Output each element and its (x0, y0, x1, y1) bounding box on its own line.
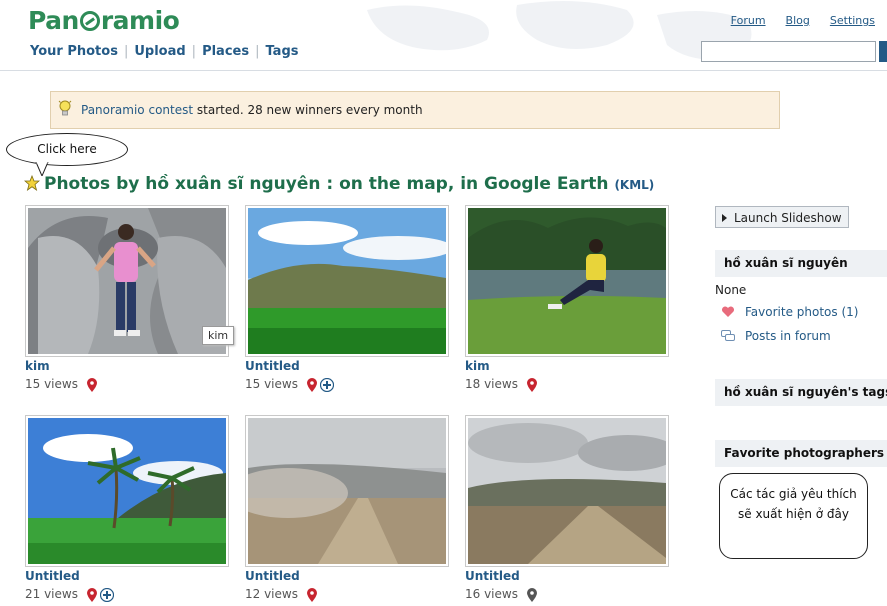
search-button[interactable] (879, 41, 887, 62)
photo-title-link[interactable]: kim (465, 359, 490, 373)
photo-tooltip: kim (202, 326, 235, 345)
photo-title-link[interactable]: kim (25, 359, 50, 373)
user-status-text: None (715, 283, 747, 297)
header: Pan ramio Your Photos | Upload | Places | Tags … (0, 0, 887, 71)
map-pin-icon[interactable] (307, 588, 317, 602)
photo-title-link[interactable]: Untitled (245, 569, 300, 583)
heart-icon (721, 306, 735, 317)
photo-thumbnail[interactable] (465, 415, 669, 567)
map-pin-icon[interactable] (527, 378, 537, 392)
forum-link[interactable]: Forum (731, 14, 766, 27)
favorite-photographers-heading: Favorite photographers (715, 440, 887, 467)
photo-title-link[interactable]: Untitled (465, 569, 520, 583)
kml-link[interactable]: (KML) (614, 178, 654, 192)
main-nav: Your Photos | Upload | Places | Tags (30, 44, 299, 59)
top-links: Forum Blog Settings (711, 14, 875, 27)
panoramio-logo[interactable]: Pan ramio (28, 6, 180, 35)
photo-views: 15 views (245, 377, 298, 391)
add-photo-icon[interactable] (100, 588, 114, 602)
globe-icon (79, 11, 100, 31)
note-line: sẽ xuất hiện ở đây (738, 507, 849, 521)
photo-title-link[interactable]: Untitled (25, 569, 80, 583)
lightbulb-icon (58, 100, 72, 116)
favorite-photos-link[interactable]: Favorite photos (1) (745, 305, 858, 319)
note-line: Các tác giả yêu thích (730, 487, 857, 501)
nav-separator: | (123, 44, 129, 59)
photo-thumbnail[interactable] (25, 205, 229, 357)
photo-thumbnail[interactable] (245, 205, 449, 357)
nav-separator: | (191, 44, 197, 59)
search-input[interactable] (701, 41, 876, 62)
speech-bubbles-icon (721, 330, 735, 341)
nav-places[interactable]: Places (202, 44, 249, 59)
photo-views: 16 views (465, 587, 518, 601)
slideshow-label: Launch Slideshow (734, 211, 842, 225)
launch-slideshow-button[interactable]: Launch Slideshow (715, 206, 849, 228)
photo-thumbnail[interactable] (245, 415, 449, 567)
page-title: Photos by hồ xuân sĩ nguyên : on the map… (24, 174, 654, 194)
blog-link[interactable]: Blog (786, 14, 810, 27)
map-pin-icon[interactable] (307, 378, 317, 392)
photo-cloudy-road (468, 418, 666, 564)
nav-tags[interactable]: Tags (265, 44, 298, 59)
contest-text: started. 28 new winners every month (193, 103, 423, 117)
page-title-text: Photos by hồ xuân sĩ nguyên : on the map… (44, 174, 609, 194)
add-photo-icon[interactable] (320, 378, 334, 392)
map-pin-icon[interactable] (527, 588, 537, 602)
nav-separator: | (255, 44, 260, 59)
photo-views: 15 views (25, 377, 78, 391)
contest-banner: Panoramio contest started. 28 new winner… (50, 91, 780, 129)
photo-dusty-road (248, 418, 446, 564)
map-pin-icon[interactable] (87, 588, 97, 602)
photo-thumbnail[interactable] (25, 415, 229, 567)
photo-thumbnail[interactable] (465, 205, 669, 357)
settings-link[interactable]: Settings (830, 14, 875, 27)
favorite-photographers-note: Các tác giả yêu thích sẽ xuất hiện ở đây (719, 473, 868, 559)
nav-upload[interactable]: Upload (134, 44, 185, 59)
photo-palm-trees (28, 418, 226, 564)
contest-link[interactable]: Panoramio contest (81, 103, 193, 117)
user-section-heading: hồ xuân sĩ nguyên (715, 250, 887, 277)
photo-views: 21 views (25, 587, 78, 601)
photo-mountain-field (248, 208, 446, 354)
photo-views: 18 views (465, 377, 518, 391)
photo-rocks-girl (28, 208, 226, 354)
photo-lakeside-girl (468, 208, 666, 354)
photo-views: 12 views (245, 587, 298, 601)
tags-section-heading: hồ xuân sĩ nguyên's tags (715, 379, 887, 406)
map-pin-icon[interactable] (87, 378, 97, 392)
play-icon (722, 214, 727, 222)
nav-your-photos[interactable]: Your Photos (30, 44, 118, 59)
star-icon[interactable] (24, 175, 40, 191)
click-here-callout: Click here (6, 133, 128, 166)
posts-in-forum-link[interactable]: Posts in forum (745, 329, 831, 343)
photo-title-link[interactable]: Untitled (245, 359, 300, 373)
